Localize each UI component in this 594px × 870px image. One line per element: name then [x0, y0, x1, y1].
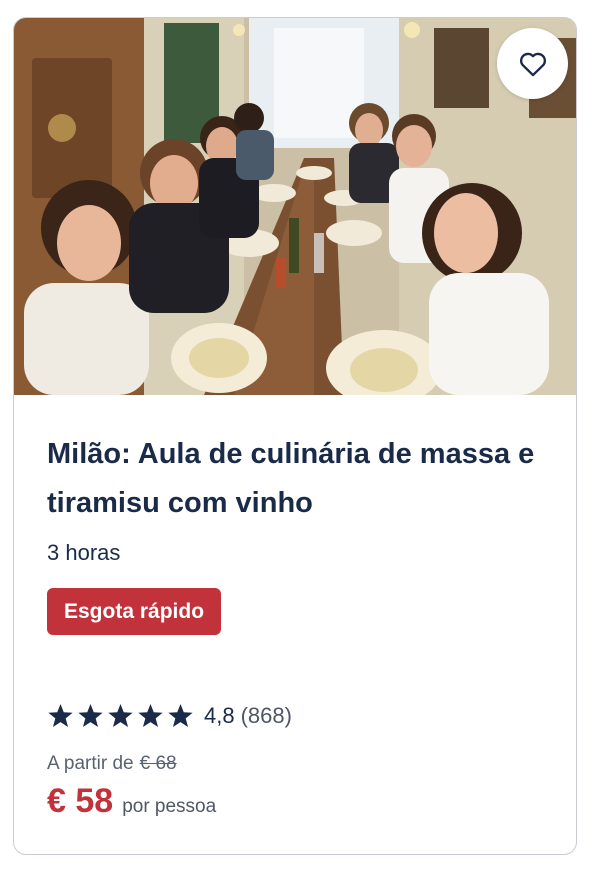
rating-value: 4,8 — [204, 703, 235, 728]
heart-outline-icon — [519, 52, 546, 76]
price-from-line: A partir de € 68 — [47, 753, 177, 775]
star-icon — [78, 703, 103, 728]
activity-photo[interactable] — [14, 18, 576, 395]
original-price: € 68 — [139, 753, 177, 774]
price-from-label: A partir de — [47, 753, 134, 774]
per-person-label: por pessoa — [122, 796, 217, 817]
star-icon — [108, 703, 133, 728]
current-price: € 58 — [47, 782, 114, 820]
star-icon — [48, 703, 73, 728]
wishlist-button[interactable] — [497, 28, 568, 99]
star-icon — [168, 703, 193, 728]
selling-fast-badge: Esgota rápido — [47, 588, 222, 635]
star-rating — [47, 703, 194, 729]
review-count[interactable]: (868) — [241, 703, 292, 729]
star-icon — [138, 703, 163, 728]
duration-label: 3 horas — [47, 540, 121, 565]
rating-row: 4,8 (868) — [47, 703, 292, 729]
current-price-line: € 58 por pessoa — [47, 782, 216, 821]
group-dinner-image — [14, 18, 576, 395]
activity-card[interactable]: Milão: Aula de culinária de massa e tira… — [13, 17, 577, 855]
activity-title[interactable]: Milão: Aula de culinária de massa e tira… — [47, 430, 547, 528]
